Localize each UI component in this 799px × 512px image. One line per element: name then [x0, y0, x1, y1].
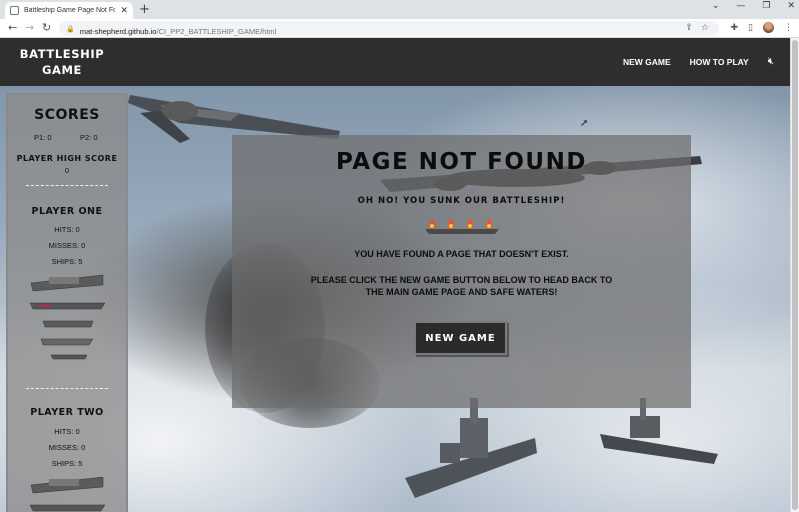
- page-not-found-modal: PAGE NOT FOUND OH NO! YOU SUNK OUR BATTL…: [232, 135, 691, 408]
- forward-icon[interactable]: →: [25, 21, 34, 34]
- new-game-button[interactable]: NEW GAME: [414, 321, 507, 355]
- lock-icon[interactable]: 🔒: [66, 25, 75, 33]
- player-one-misses: MISSES: 0: [48, 241, 86, 250]
- modal-line-3: THE MAIN GAME PAGE AND SAFE WATERS!: [365, 287, 558, 297]
- player-one-title: PLAYER ONE: [31, 206, 103, 217]
- player-two-hits: HITS: 0: [54, 427, 80, 436]
- battleship-favicon-icon: [10, 6, 19, 15]
- nav-links: NEW GAME HOW TO PLAY 🔇︎: [623, 56, 774, 67]
- speaker-muted-icon[interactable]: 🔇︎: [768, 56, 774, 67]
- burning-ship-icon: [425, 218, 499, 234]
- divider: [26, 388, 108, 389]
- p1-label: P1:: [34, 133, 46, 142]
- profile-avatar[interactable]: [763, 22, 774, 33]
- modal-line-1: YOU HAVE FOUND A PAGE THAT DOESN'T EXIST…: [354, 249, 569, 259]
- mouse-cursor-icon: ➚: [580, 118, 589, 129]
- browser-tab-bar: Battleship Game Page Not Found ✕ + ⌄ — ❐…: [0, 0, 799, 19]
- player-two-ships: SHIPS: 5: [51, 459, 83, 468]
- back-icon[interactable]: ←: [8, 21, 17, 34]
- restore-icon[interactable]: ❐: [762, 1, 770, 11]
- p1-score: P1: 0: [34, 133, 52, 142]
- player-one-fleet-icon: [29, 274, 105, 360]
- p2-score: P2: 0: [80, 133, 98, 142]
- share-icon[interactable]: ⇪: [685, 23, 693, 33]
- window-controls: ⌄ — ❐ ✕: [712, 1, 795, 11]
- page-scrollbar[interactable]: [790, 38, 799, 512]
- p2-value: 0: [93, 133, 98, 142]
- modal-line-2: PLEASE CLICK THE NEW GAME BUTTON BELOW T…: [310, 275, 613, 285]
- brand-line-1: BATTLESHIP: [19, 47, 105, 61]
- browser-tab[interactable]: Battleship Game Page Not Found ✕: [5, 2, 133, 19]
- scores-sidebar: SCORES P1: 0 P2: 0 PLAYER HIGH SCORE 0 P…: [6, 93, 128, 512]
- brand-logo[interactable]: BATTLESHIP GAME: [16, 46, 108, 78]
- player-two-misses: MISSES: 0: [48, 443, 86, 452]
- nav-how-to-play-link[interactable]: HOW TO PLAY: [690, 57, 749, 67]
- p1-value: 0: [47, 133, 52, 142]
- modal-subtitle: OH NO! YOU SUNK OUR BATTLESHIP!: [357, 196, 566, 206]
- url-path: /CI_PP2_BATTLESHIP_GAME/html: [156, 27, 277, 36]
- player-two-title: PLAYER TWO: [30, 407, 104, 418]
- modal-title: PAGE NOT FOUND: [336, 149, 587, 175]
- warship-left-icon: [405, 398, 537, 498]
- player-two-fleet-icon: [29, 476, 105, 512]
- high-score-title: PLAYER HIGH SCORE: [16, 154, 118, 163]
- p2-label: P2:: [80, 133, 92, 142]
- scores-title: SCORES: [34, 107, 100, 123]
- nav-new-game-link[interactable]: NEW GAME: [623, 57, 671, 67]
- page-viewport: BATTLESHIP GAME NEW GAME HOW TO PLAY 🔇︎ …: [0, 38, 790, 512]
- address-bar[interactable]: 🔒 mat-shepherd.github.io/CI_PP2_BATTLESH…: [59, 21, 719, 36]
- extensions-icon[interactable]: ✚: [731, 23, 739, 33]
- divider: [26, 185, 108, 186]
- sidepanel-icon[interactable]: ▯: [748, 23, 753, 33]
- site-navbar: BATTLESHIP GAME NEW GAME HOW TO PLAY 🔇︎: [0, 38, 790, 86]
- browser-toolbar: ← → ↻ 🔒 mat-shepherd.github.io/CI_PP2_BA…: [0, 19, 799, 38]
- brand-line-2: GAME: [41, 63, 83, 77]
- close-window-icon[interactable]: ✕: [787, 1, 795, 11]
- url-host: mat-shepherd.github.io: [79, 27, 157, 36]
- star-icon[interactable]: ☆: [701, 23, 709, 33]
- high-score-value: 0: [64, 166, 70, 175]
- tab-close-icon[interactable]: ✕: [120, 6, 128, 16]
- reload-icon[interactable]: ↻: [42, 21, 51, 34]
- minimize-icon[interactable]: —: [736, 1, 745, 11]
- player-one-ships: SHIPS: 5: [51, 257, 83, 266]
- scrollbar-thumb[interactable]: [792, 40, 798, 510]
- tab-search-icon[interactable]: ⌄: [712, 1, 720, 11]
- kebab-menu-icon[interactable]: ⋮: [784, 23, 793, 33]
- new-tab-button[interactable]: +: [139, 2, 150, 17]
- tab-title: Battleship Game Page Not Found: [24, 7, 116, 14]
- player-one-hits: HITS: 0: [54, 225, 80, 234]
